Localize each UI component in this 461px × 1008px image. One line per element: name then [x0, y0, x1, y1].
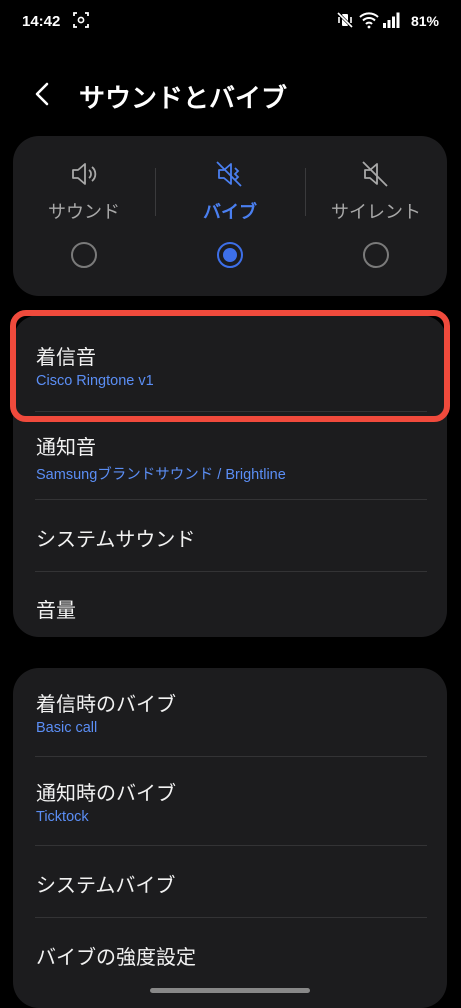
signal-icon: [383, 12, 400, 28]
back-button[interactable]: [26, 76, 62, 112]
mode-vibrate-label: バイブ: [203, 202, 257, 223]
call-vibration-value: Basic call: [36, 720, 98, 736]
volume-title: 音量: [36, 598, 76, 622]
page-title: サウンドとバイブ: [79, 84, 288, 114]
notification-vibration-title: 通知時のバイブ: [36, 781, 176, 805]
mute-icon: [362, 161, 388, 187]
mode-silent[interactable]: サイレント: [305, 136, 447, 296]
battery-level: 81%: [410, 13, 439, 29]
sound-settings-card: 着信音 Cisco Ringtone v1 通知音 Samsungブランドサウン…: [13, 315, 447, 637]
mode-sound-label: サウンド: [48, 202, 120, 223]
wifi-icon: [359, 12, 379, 29]
system-sound-row[interactable]: システムサウンド: [13, 499, 447, 571]
mode-sound-radio[interactable]: [71, 242, 97, 268]
ringtone-title: 着信音: [36, 345, 96, 369]
vibration-intensity-row[interactable]: バイブの強度設定: [13, 917, 447, 989]
vibration-settings-card: 着信時のバイブ Basic call 通知時のバイブ Ticktock システム…: [13, 668, 447, 1008]
notification-sound-row[interactable]: 通知音 Samsungブランドサウンド / Brightline: [13, 411, 447, 499]
mode-sound[interactable]: サウンド: [13, 136, 155, 296]
vibration-intensity-title: バイブの強度設定: [36, 945, 196, 969]
mode-vibrate[interactable]: バイブ: [159, 136, 301, 296]
mode-silent-label: サイレント: [331, 202, 421, 223]
call-vibration-title: 着信時のバイブ: [36, 692, 176, 716]
notification-sound-value: Samsungブランドサウンド / Brightline: [36, 467, 286, 483]
sound-mode-card: サウンド バイブ サイレント: [13, 136, 447, 296]
system-vibration-row[interactable]: システムバイブ: [13, 845, 447, 917]
call-vibration-row[interactable]: 着信時のバイブ Basic call: [13, 668, 447, 756]
volume-row[interactable]: 音量: [13, 571, 447, 637]
ringtone-value: Cisco Ringtone v1: [36, 373, 154, 389]
notification-vibration-value: Ticktock: [36, 809, 89, 825]
notification-vibration-row[interactable]: 通知時のバイブ Ticktock: [13, 756, 447, 845]
vibrate-icon: [216, 161, 242, 187]
notification-sound-title: 通知音: [36, 435, 96, 459]
home-indicator[interactable]: [150, 988, 310, 993]
mode-divider: [155, 168, 156, 216]
speaker-icon: [72, 163, 97, 185]
mode-silent-radio[interactable]: [363, 242, 389, 268]
ringtone-row[interactable]: 着信音 Cisco Ringtone v1: [13, 315, 447, 410]
system-sound-title: システムサウンド: [36, 527, 196, 551]
mute-vibrate-icon: [336, 11, 354, 29]
screenshot-icon: [73, 12, 89, 28]
mode-vibrate-radio[interactable]: [217, 242, 243, 268]
header: サウンドとバイブ: [0, 62, 461, 126]
status-bar: 14:42 81%: [0, 0, 461, 44]
status-time: 14:42: [22, 13, 61, 30]
system-vibration-title: システムバイブ: [36, 873, 176, 897]
